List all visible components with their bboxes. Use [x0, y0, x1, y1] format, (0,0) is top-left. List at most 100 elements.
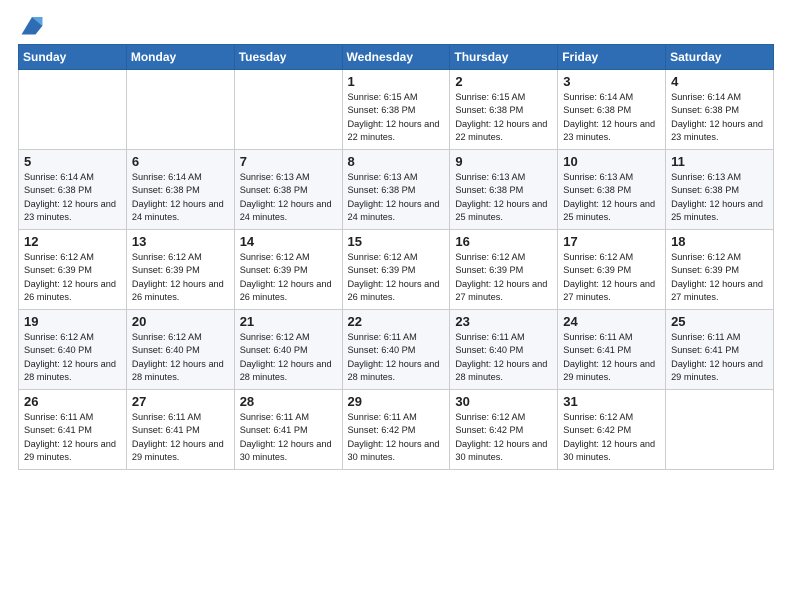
day-number: 14	[240, 234, 338, 249]
day-number: 28	[240, 394, 338, 409]
calendar-table: SundayMondayTuesdayWednesdayThursdayFrid…	[18, 44, 774, 470]
page: SundayMondayTuesdayWednesdayThursdayFrid…	[0, 0, 792, 612]
day-info: Sunrise: 6:12 AM Sunset: 6:39 PM Dayligh…	[563, 251, 661, 304]
day-info: Sunrise: 6:11 AM Sunset: 6:42 PM Dayligh…	[348, 411, 446, 464]
day-cell	[126, 70, 234, 150]
day-cell: 22 Sunrise: 6:11 AM Sunset: 6:40 PM Dayli…	[342, 310, 450, 390]
day-cell: 27 Sunrise: 6:11 AM Sunset: 6:41 PM Dayli…	[126, 390, 234, 470]
day-number: 30	[455, 394, 553, 409]
day-cell: 23 Sunrise: 6:11 AM Sunset: 6:40 PM Dayli…	[450, 310, 558, 390]
day-cell: 10 Sunrise: 6:13 AM Sunset: 6:38 PM Dayli…	[558, 150, 666, 230]
day-cell: 30 Sunrise: 6:12 AM Sunset: 6:42 PM Dayli…	[450, 390, 558, 470]
day-info: Sunrise: 6:14 AM Sunset: 6:38 PM Dayligh…	[24, 171, 122, 224]
logo	[18, 10, 50, 38]
day-cell: 20Sunrise: 6:12 AM Sunset: 6:40 PM Dayli…	[126, 310, 234, 390]
day-info: Sunrise: 6:12 AM Sunset: 6:39 PM Dayligh…	[671, 251, 769, 304]
day-number: 18	[671, 234, 769, 249]
day-cell: 1 Sunrise: 6:15 AM Sunset: 6:38 PM Daylig…	[342, 70, 450, 150]
day-info: Sunrise: 6:12 AM Sunset: 6:39 PM Dayligh…	[240, 251, 338, 304]
day-cell: 9Sunrise: 6:13 AM Sunset: 6:38 PM Daylig…	[450, 150, 558, 230]
day-cell: 14 Sunrise: 6:12 AM Sunset: 6:39 PM Dayli…	[234, 230, 342, 310]
day-cell: 18 Sunrise: 6:12 AM Sunset: 6:39 PM Dayli…	[666, 230, 774, 310]
day-info: Sunrise: 6:13 AM Sunset: 6:38 PM Dayligh…	[671, 171, 769, 224]
header-cell-saturday: Saturday	[666, 45, 774, 70]
day-number: 3	[563, 74, 661, 89]
day-cell: 7 Sunrise: 6:13 AM Sunset: 6:38 PM Daylig…	[234, 150, 342, 230]
day-number: 2	[455, 74, 553, 89]
day-info: Sunrise: 6:14 AM Sunset: 6:38 PM Dayligh…	[132, 171, 230, 224]
day-cell	[666, 390, 774, 470]
day-number: 17	[563, 234, 661, 249]
day-info: Sunrise: 6:13 AM Sunset: 6:38 PM Dayligh…	[348, 171, 446, 224]
day-number: 6	[132, 154, 230, 169]
header-cell-wednesday: Wednesday	[342, 45, 450, 70]
header-row: SundayMondayTuesdayWednesdayThursdayFrid…	[19, 45, 774, 70]
day-cell: 5 Sunrise: 6:14 AM Sunset: 6:38 PM Daylig…	[19, 150, 127, 230]
day-number: 8	[348, 154, 446, 169]
logo-icon	[18, 10, 46, 38]
header-cell-friday: Friday	[558, 45, 666, 70]
day-number: 9	[455, 154, 553, 169]
day-info: Sunrise: 6:12 AM Sunset: 6:42 PM Dayligh…	[563, 411, 661, 464]
header-cell-thursday: Thursday	[450, 45, 558, 70]
day-info: Sunrise: 6:12 AM Sunset: 6:39 PM Dayligh…	[348, 251, 446, 304]
day-number: 12	[24, 234, 122, 249]
day-cell: 16Sunrise: 6:12 AM Sunset: 6:39 PM Dayli…	[450, 230, 558, 310]
week-row-1: 5 Sunrise: 6:14 AM Sunset: 6:38 PM Daylig…	[19, 150, 774, 230]
day-number: 26	[24, 394, 122, 409]
day-cell: 26 Sunrise: 6:11 AM Sunset: 6:41 PM Dayli…	[19, 390, 127, 470]
day-info: Sunrise: 6:12 AM Sunset: 6:40 PM Dayligh…	[240, 331, 338, 384]
day-info: Sunrise: 6:12 AM Sunset: 6:42 PM Dayligh…	[455, 411, 553, 464]
day-number: 31	[563, 394, 661, 409]
day-number: 5	[24, 154, 122, 169]
day-info: Sunrise: 6:11 AM Sunset: 6:41 PM Dayligh…	[240, 411, 338, 464]
day-info: Sunrise: 6:14 AM Sunset: 6:38 PM Dayligh…	[563, 91, 661, 144]
header	[18, 10, 774, 38]
day-info: Sunrise: 6:11 AM Sunset: 6:40 PM Dayligh…	[455, 331, 553, 384]
day-number: 20	[132, 314, 230, 329]
day-number: 1	[348, 74, 446, 89]
day-number: 27	[132, 394, 230, 409]
day-info: Sunrise: 6:13 AM Sunset: 6:38 PM Dayligh…	[563, 171, 661, 224]
day-info: Sunrise: 6:11 AM Sunset: 6:41 PM Dayligh…	[24, 411, 122, 464]
day-info: Sunrise: 6:13 AM Sunset: 6:38 PM Dayligh…	[240, 171, 338, 224]
week-row-0: 1 Sunrise: 6:15 AM Sunset: 6:38 PM Daylig…	[19, 70, 774, 150]
day-cell	[19, 70, 127, 150]
day-number: 10	[563, 154, 661, 169]
calendar-header: SundayMondayTuesdayWednesdayThursdayFrid…	[19, 45, 774, 70]
day-cell: 4 Sunrise: 6:14 AM Sunset: 6:38 PM Daylig…	[666, 70, 774, 150]
day-cell: 19 Sunrise: 6:12 AM Sunset: 6:40 PM Dayli…	[19, 310, 127, 390]
day-cell: 31 Sunrise: 6:12 AM Sunset: 6:42 PM Dayli…	[558, 390, 666, 470]
header-cell-monday: Monday	[126, 45, 234, 70]
day-cell: 21 Sunrise: 6:12 AM Sunset: 6:40 PM Dayli…	[234, 310, 342, 390]
day-info: Sunrise: 6:11 AM Sunset: 6:41 PM Dayligh…	[563, 331, 661, 384]
day-info: Sunrise: 6:12 AM Sunset: 6:39 PM Dayligh…	[132, 251, 230, 304]
day-info: Sunrise: 6:12 AM Sunset: 6:40 PM Dayligh…	[24, 331, 122, 384]
day-number: 23	[455, 314, 553, 329]
day-number: 7	[240, 154, 338, 169]
day-cell: 2Sunrise: 6:15 AM Sunset: 6:38 PM Daylig…	[450, 70, 558, 150]
week-row-4: 26 Sunrise: 6:11 AM Sunset: 6:41 PM Dayli…	[19, 390, 774, 470]
day-cell: 24 Sunrise: 6:11 AM Sunset: 6:41 PM Dayli…	[558, 310, 666, 390]
day-cell: 3 Sunrise: 6:14 AM Sunset: 6:38 PM Daylig…	[558, 70, 666, 150]
day-number: 13	[132, 234, 230, 249]
day-number: 24	[563, 314, 661, 329]
day-number: 21	[240, 314, 338, 329]
day-cell: 28 Sunrise: 6:11 AM Sunset: 6:41 PM Dayli…	[234, 390, 342, 470]
day-number: 19	[24, 314, 122, 329]
day-cell: 12Sunrise: 6:12 AM Sunset: 6:39 PM Dayli…	[19, 230, 127, 310]
week-row-2: 12 Sunrise: 6:12 AM Sunset: 6:39 PM Dayli…	[19, 230, 774, 310]
day-info: Sunrise: 6:11 AM Sunset: 6:40 PM Dayligh…	[348, 331, 446, 384]
day-number: 4	[671, 74, 769, 89]
calendar-body: 1 Sunrise: 6:15 AM Sunset: 6:38 PM Daylig…	[19, 70, 774, 470]
day-cell: 29Sunrise: 6:11 AM Sunset: 6:42 PM Dayli…	[342, 390, 450, 470]
day-info: Sunrise: 6:14 AM Sunset: 6:38 PM Dayligh…	[671, 91, 769, 144]
day-info: Sunrise: 6:15 AM Sunset: 6:38 PM Dayligh…	[348, 91, 446, 144]
day-cell: 13 Sunrise: 6:12 AM Sunset: 6:39 PM Dayli…	[126, 230, 234, 310]
day-number: 22	[348, 314, 446, 329]
day-number: 11	[671, 154, 769, 169]
day-info: Sunrise: 6:12 AM Sunset: 6:39 PM Dayligh…	[455, 251, 553, 304]
day-cell: 6 Sunrise: 6:14 AM Sunset: 6:38 PM Daylig…	[126, 150, 234, 230]
day-info: Sunrise: 6:11 AM Sunset: 6:41 PM Dayligh…	[132, 411, 230, 464]
day-cell: 8 Sunrise: 6:13 AM Sunset: 6:38 PM Daylig…	[342, 150, 450, 230]
